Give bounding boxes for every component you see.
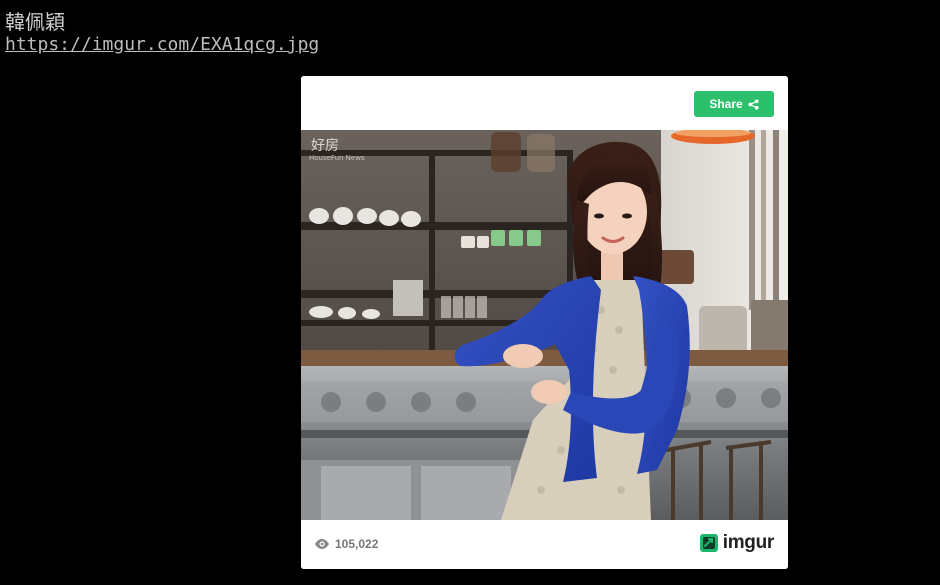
eye-icon <box>315 539 329 549</box>
imgur-brand-link[interactable]: imgur <box>699 532 775 554</box>
view-count-value: 105,022 <box>335 537 379 551</box>
image-link[interactable]: https://imgur.com/EXA1qcg.jpg <box>5 34 319 56</box>
photo-watermark-sub: HouseFun News <box>309 154 365 162</box>
share-icon <box>748 98 759 110</box>
embed-header: Share <box>301 76 788 130</box>
embed-footer: 105,022 imgur <box>301 520 788 569</box>
share-label: Share <box>709 97 743 111</box>
view-count: 105,022 <box>315 537 378 551</box>
photo-illustration: 好房 HouseFun News <box>301 130 788 520</box>
embedded-photo[interactable]: 好房 HouseFun News <box>301 130 788 520</box>
brand-name: imgur <box>722 532 775 553</box>
share-button[interactable]: Share <box>694 91 774 117</box>
imgur-logo-icon <box>699 534 718 552</box>
imgur-embed-card: Share 好房 HouseFun News 105,022 imgur <box>301 76 788 569</box>
photo-watermark: 好房 <box>311 138 339 154</box>
page-title: 韓佩穎 <box>5 10 65 34</box>
